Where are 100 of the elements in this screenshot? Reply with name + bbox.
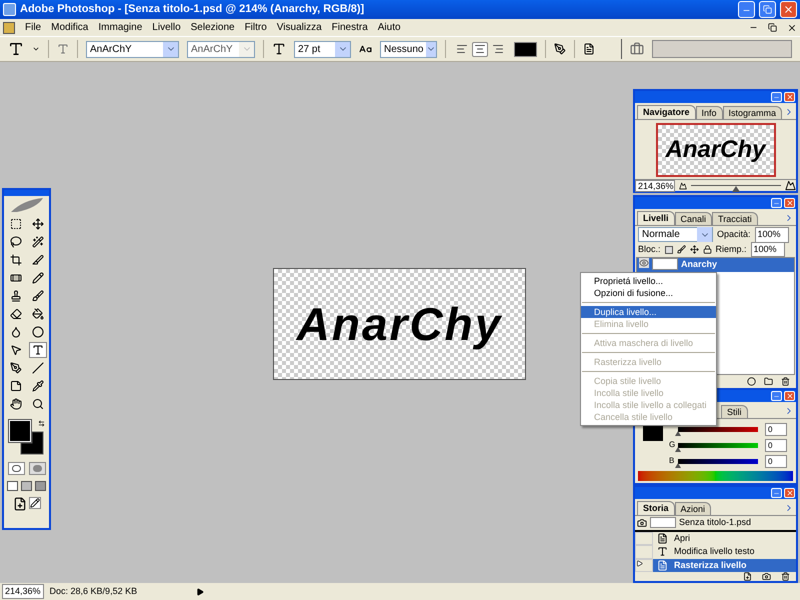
dropdown[interactable]: AnArChY	[187, 40, 255, 58]
menu-item[interactable]: Opzioni di fusione...	[581, 287, 716, 299]
toolbox-title-bar	[4, 190, 49, 196]
history-state-icon	[636, 560, 643, 566]
foreground-color-swatch[interactable]	[8, 420, 30, 442]
panel-tab[interactable]: Tracciati	[712, 212, 758, 225]
dropdown[interactable]: AnArChY	[86, 40, 179, 58]
close-button[interactable]	[780, 1, 797, 18]
preview-text: AnarChy	[665, 134, 766, 164]
dropdown[interactable]: Normale	[638, 227, 713, 242]
menu-item[interactable]: Filtro	[244, 20, 267, 35]
document-info: Doc: 28,6 KB/9,52 KB	[50, 584, 138, 598]
zoom-in-icon[interactable]	[785, 180, 796, 191]
restore-button[interactable]	[759, 1, 776, 18]
restore-icon[interactable]	[768, 23, 777, 32]
fill-field[interactable]: 100%	[750, 242, 785, 258]
minimize-button[interactable]	[771, 92, 782, 102]
menu-item[interactable]: Aiuto	[378, 20, 401, 35]
play-icon[interactable]	[196, 588, 204, 596]
menu-item[interactable]: Duplica livello...	[581, 306, 716, 318]
lock-icon[interactable]	[702, 245, 712, 254]
color-swatch[interactable]	[514, 42, 537, 56]
history-step[interactable]: Modifica livello testo	[653, 545, 796, 558]
background-color-swatch[interactable]	[20, 432, 43, 454]
snapshot-icon[interactable]	[637, 518, 647, 528]
panel-tab[interactable]: Info	[696, 106, 723, 119]
panel-tab[interactable]: Stili	[721, 405, 748, 418]
lock-transparency-icon[interactable]	[664, 246, 673, 254]
panel-tab[interactable]: Navigatore	[637, 105, 696, 119]
new-document-icon[interactable]	[743, 572, 752, 581]
minimize-button[interactable]	[738, 1, 755, 18]
trash-icon[interactable]	[781, 572, 790, 581]
panel-tab[interactable]: Livelli	[637, 211, 675, 225]
dropdown[interactable]: Nessuno	[380, 40, 437, 58]
minimize-button[interactable]	[771, 488, 782, 498]
panel-tab[interactable]: Canali	[674, 212, 712, 225]
menu-item[interactable]: Proprietá livello...	[581, 275, 716, 287]
screen-mode-button[interactable]	[21, 481, 32, 491]
panel-tab[interactable]: Istogramma	[722, 106, 782, 119]
adjustment-icon[interactable]	[747, 377, 756, 386]
warp-text-icon[interactable]	[554, 43, 566, 55]
menu-item[interactable]: Visualizza	[276, 20, 322, 35]
search-icon	[32, 398, 44, 410]
align-left-icon	[456, 43, 468, 55]
close-icon[interactable]	[787, 22, 797, 32]
menu-item[interactable]: Livello	[152, 20, 181, 35]
close-button[interactable]	[784, 391, 795, 401]
edit-icon[interactable]	[28, 497, 40, 509]
zoom-field[interactable]: 214,36%	[635, 180, 675, 192]
layer-row[interactable]: Anarchy	[637, 258, 794, 272]
history-source-cell[interactable]	[635, 545, 653, 558]
menu-item[interactable]: File	[25, 20, 42, 35]
minimize-button[interactable]	[771, 198, 782, 208]
channel-label: G	[669, 439, 675, 451]
slider-thumb[interactable]	[675, 446, 681, 452]
close-button[interactable]	[784, 488, 795, 498]
minimize-icon	[773, 94, 780, 101]
color-ramp[interactable]	[638, 471, 793, 481]
channel-value-field[interactable]: 0	[765, 454, 787, 468]
brush-icon[interactable]	[676, 245, 686, 254]
orientation-icon[interactable]	[57, 43, 69, 55]
caret-icon[interactable]	[32, 45, 40, 53]
zoom-field[interactable]: 214,36%	[2, 584, 44, 600]
panel-tab[interactable]: Azioni	[674, 502, 712, 515]
close-icon	[786, 392, 794, 400]
history-step[interactable]: Apri	[653, 532, 796, 545]
history-step[interactable]: Rasterizza livello	[653, 558, 796, 572]
history-source-cell[interactable]	[635, 558, 653, 572]
layer-name: Anarchy	[681, 258, 718, 271]
menu-item[interactable]: Modifica	[51, 20, 88, 35]
opacity-field[interactable]: 100%	[754, 227, 789, 242]
channel-value-field[interactable]: 0	[765, 438, 787, 452]
zoom-out-icon[interactable]	[679, 182, 687, 190]
align-button[interactable]	[472, 42, 488, 56]
document-icon	[657, 560, 668, 571]
jump-icon[interactable]	[12, 497, 26, 511]
close-button[interactable]	[784, 92, 795, 102]
menu-item[interactable]: Immagine	[98, 20, 142, 35]
panel-tab[interactable]: Storia	[637, 501, 675, 515]
screen-mode-button[interactable]	[7, 481, 18, 491]
folder-icon[interactable]	[764, 377, 773, 386]
minimize-button[interactable]	[771, 391, 782, 401]
dropdown[interactable]: 27 pt	[294, 40, 351, 58]
close-button[interactable]	[784, 198, 795, 208]
window-title: Adobe Photoshop - [Senza titolo-1.psd @ 214% (Anarchy, RGB/8)]	[20, 2, 366, 18]
menu-item[interactable]: Finestra	[332, 20, 368, 35]
tool-button[interactable]	[28, 342, 46, 358]
trash-icon[interactable]	[781, 377, 790, 386]
menu-item[interactable]: Selezione	[190, 20, 235, 35]
standard-mode-button[interactable]	[8, 462, 24, 475]
swap-icon[interactable]	[38, 420, 44, 427]
move-icon[interactable]	[690, 245, 699, 254]
channel-value-field[interactable]: 0	[765, 422, 787, 436]
palettes-icon[interactable]	[583, 43, 595, 55]
eye-icon[interactable]	[639, 258, 649, 268]
history-source-cell[interactable]	[635, 532, 653, 545]
type-icon[interactable]	[8, 41, 24, 57]
briefcase-icon[interactable]	[630, 42, 644, 56]
camera-icon[interactable]	[762, 572, 771, 581]
lasso-icon	[10, 236, 22, 248]
